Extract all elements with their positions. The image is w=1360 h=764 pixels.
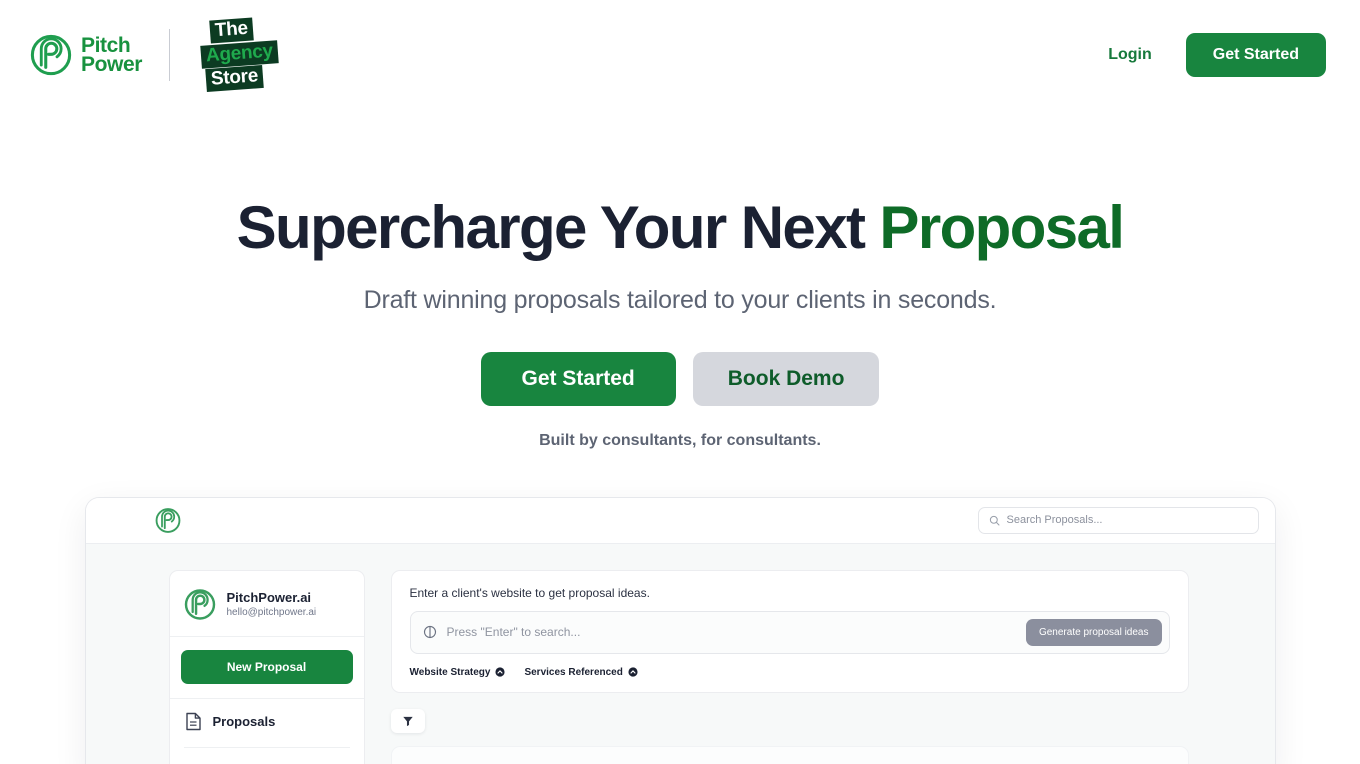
page-title: Supercharge Your Next Proposal [0, 196, 1360, 260]
proposals-list-card [390, 745, 1189, 764]
login-button[interactable]: Login [1094, 38, 1166, 72]
generator-label: Enter a client's website to get proposal… [409, 585, 650, 600]
tag-website-strategy-label: Website Strategy [409, 666, 491, 678]
generate-proposal-ideas-button[interactable]: Generate proposal ideas [1025, 618, 1162, 646]
filter-icon [402, 716, 413, 726]
search-icon [989, 515, 999, 526]
filter-button[interactable] [390, 708, 425, 733]
sidebar-divider-2 [183, 746, 350, 748]
new-proposal-button[interactable]: New Proposal [180, 649, 353, 684]
app-preview-panel: Search Proposals... PitchPower.ai hello@… [84, 496, 1276, 764]
agency-store-line-1: The [209, 17, 254, 44]
pitchpower-wordmark: Pitch Power [81, 35, 143, 76]
hero-heading-main: Supercharge Your Next [236, 194, 880, 261]
tag-services-referenced[interactable]: Services Referenced [524, 666, 638, 678]
header-get-started-button[interactable]: Get Started [1185, 33, 1326, 77]
agency-store-line-3: Store [205, 64, 264, 92]
proposal-generator-card: Enter a client's website to get proposal… [390, 569, 1189, 693]
pitchpower-mark-icon [30, 34, 72, 76]
document-icon [185, 712, 201, 730]
agency-store-line-2: Agency [200, 40, 279, 69]
chevron-up-circle-icon [628, 667, 638, 677]
book-demo-button[interactable]: Book Demo [692, 351, 880, 406]
nav-actions: Login Get Started [1094, 33, 1326, 77]
preview-pitchpower-mark-icon [155, 507, 180, 533]
preview-main-column: Enter a client's website to get proposal… [390, 569, 1275, 764]
agency-store-logo[interactable]: The Agency Store [198, 17, 284, 93]
brand-lockup: Pitch Power The Agency Store [30, 17, 284, 93]
globe-icon [423, 626, 436, 639]
tag-services-referenced-label: Services Referenced [524, 666, 623, 678]
hero-cta-group: Get Started Book Demo [0, 351, 1360, 406]
hero-get-started-button[interactable]: Get Started [480, 351, 676, 406]
pitchpower-word-line-2: Power [81, 53, 143, 76]
chevron-up-circle-icon [495, 667, 506, 677]
sidebar-item-proposals[interactable]: Proposals [170, 699, 364, 744]
account-text: PitchPower.ai hello@pitchpower.ai [227, 590, 317, 618]
hero-note: Built by consultants, for consultants. [539, 431, 821, 449]
account-name: PitchPower.ai [226, 590, 312, 606]
avatar [184, 588, 215, 620]
search-placeholder-text: Search Proposals... [1006, 514, 1103, 527]
preview-sidebar: PitchPower.ai hello@pitchpower.ai New Pr… [168, 569, 365, 764]
pitchpower-logo[interactable]: Pitch Power [30, 33, 142, 77]
generator-tag-group: Website Strategy Services Referenced [410, 667, 1170, 678]
client-website-input[interactable]: Press "Enter" to search... Generate prop… [409, 610, 1170, 654]
client-website-placeholder: Press "Enter" to search... [446, 625, 581, 640]
account-email: hello@pitchpower.ai [226, 607, 317, 619]
hero-heading-accent: Proposal [879, 194, 1125, 261]
tag-website-strategy[interactable]: Website Strategy [410, 667, 506, 678]
search-proposals-input[interactable]: Search Proposals... [977, 506, 1259, 534]
hero-subheading: Draft winning proposals tailored to your… [363, 285, 997, 314]
hero-section: Supercharge Your Next Proposal Draft win… [0, 110, 1360, 450]
brand-divider [169, 29, 171, 81]
preview-topbar: Search Proposals... [85, 497, 1275, 544]
sidebar-item-label: Proposals [212, 713, 276, 729]
preview-body: PitchPower.ai hello@pitchpower.ai New Pr… [85, 543, 1275, 764]
top-navigation-bar: Pitch Power The Agency Store Login Get S… [0, 0, 1360, 110]
account-profile[interactable]: PitchPower.ai hello@pitchpower.ai [169, 571, 364, 637]
